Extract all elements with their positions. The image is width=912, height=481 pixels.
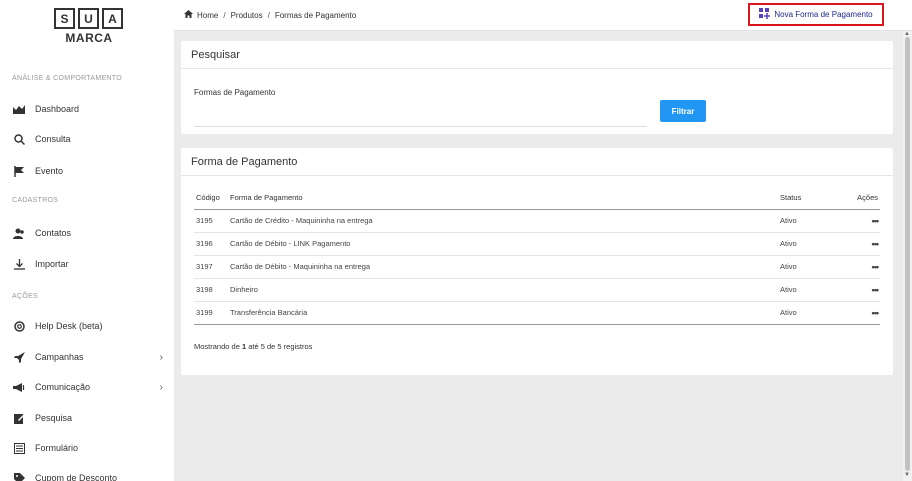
scroll-thumb[interactable] <box>905 37 910 471</box>
chevron-right-icon: › <box>159 351 163 363</box>
records-summary: Mostrando de 1 até 5 de 5 registros <box>194 342 312 351</box>
table-row[interactable]: 3199 Transferência Bancária Ativo ••• <box>194 301 880 325</box>
add-list-icon <box>759 7 771 22</box>
sidebar-item-label: Consulta <box>35 134 71 144</box>
flag-icon <box>12 164 26 178</box>
sidebar-item-dashboard[interactable]: Dashboard <box>12 100 167 118</box>
sidebar-item-campanhas[interactable]: Campanhas › <box>12 348 167 366</box>
chart-icon <box>12 102 26 116</box>
cell-name: Cartão de Débito - LINK Pagamento <box>230 232 780 256</box>
edit-icon <box>12 411 26 425</box>
table-panel-title: Forma de Pagamento <box>181 148 893 176</box>
chevron-right-icon: › <box>159 381 163 393</box>
sidebar-item-label: Importar <box>35 259 69 269</box>
row-actions-menu-icon[interactable]: ••• <box>872 239 880 249</box>
row-actions-menu-icon[interactable]: ••• <box>872 216 880 226</box>
cell-status: Ativo <box>780 232 840 256</box>
search-icon <box>12 132 26 146</box>
sidebar-item-comunicacao[interactable]: Comunicação › <box>12 378 167 396</box>
cell-name: Dinheiro <box>230 278 780 302</box>
column-header-code[interactable]: Código <box>194 186 230 210</box>
breadcrumb-separator: / <box>267 10 270 20</box>
payment-methods-table: Código Forma de Pagamento Status Ações 3… <box>194 186 880 325</box>
brand-logo[interactable]: S U A MARCA <box>54 8 124 45</box>
form-icon <box>12 441 26 455</box>
cell-status: Ativo <box>780 209 840 233</box>
breadcrumb-produtos[interactable]: Produtos <box>231 11 263 20</box>
page-scrollbar[interactable]: ▲ ▼ <box>903 31 912 481</box>
lifebuoy-icon <box>12 319 26 333</box>
download-icon <box>12 257 26 271</box>
table-row[interactable]: 3195 Cartão de Crédito - Maquininha na e… <box>194 209 880 233</box>
breadcrumb: Home / Produtos / Formas de Pagamento <box>184 10 356 20</box>
tag-icon <box>12 471 26 481</box>
search-panel: Pesquisar Formas de Pagamento Filtrar <box>181 41 893 134</box>
column-header-status[interactable]: Status <box>780 186 840 210</box>
cell-name: Transferência Bancária <box>230 301 780 325</box>
scroll-down-icon[interactable]: ▼ <box>904 472 910 478</box>
records-suffix: até 5 de 5 registros <box>246 342 313 351</box>
sidebar-item-label: Evento <box>35 166 64 176</box>
cell-status: Ativo <box>780 278 840 302</box>
new-payment-method-button[interactable]: Nova Forma de Pagamento <box>748 3 884 26</box>
payment-method-search-input[interactable] <box>194 111 647 127</box>
logo-letter: S <box>54 8 75 29</box>
cell-name: Cartão de Débito - Maquininha na entrega <box>230 255 780 279</box>
cell-code: 3198 <box>194 278 230 302</box>
search-panel-title: Pesquisar <box>181 41 893 69</box>
table-header-row: Código Forma de Pagamento Status Ações <box>194 186 880 210</box>
sidebar-item-label: Pesquisa <box>35 413 73 423</box>
breadcrumb-separator: / <box>223 10 226 20</box>
sidebar-item-label: Contatos <box>35 228 72 238</box>
table-row[interactable]: 3196 Cartão de Débito - LINK Pagamento A… <box>194 232 880 256</box>
sidebar-item-contatos[interactable]: Contatos <box>12 224 167 242</box>
filter-field-label: Formas de Pagamento <box>194 88 276 97</box>
filter-button[interactable]: Filtrar <box>660 100 706 122</box>
cell-status: Ativo <box>780 301 840 325</box>
sidebar-item-label: Formulário <box>35 443 79 453</box>
sidebar-item-label: Comunicação <box>35 382 91 392</box>
breadcrumb-home[interactable]: Home <box>197 11 218 20</box>
sidebar-item-label: Cupom de Desconto <box>35 473 118 481</box>
megaphone-icon <box>12 380 26 394</box>
section-label-analise: ANÁLISE & COMPORTAMENTO <box>12 75 122 82</box>
records-prefix: Mostrando de <box>194 342 242 351</box>
cell-code: 3199 <box>194 301 230 325</box>
sidebar-item-label: Help Desk (beta) <box>35 321 103 331</box>
sidebar-item-formulario[interactable]: Formulário <box>12 439 167 457</box>
sidebar-item-help-desk[interactable]: Help Desk (beta) <box>12 317 167 335</box>
home-icon[interactable] <box>184 10 193 20</box>
sidebar-item-importar[interactable]: Importar <box>12 255 167 273</box>
cell-status: Ativo <box>780 255 840 279</box>
sidebar-item-label: Campanhas <box>35 352 84 362</box>
top-bar: Home / Produtos / Formas de Pagamento No… <box>174 0 912 31</box>
sidebar-item-label: Dashboard <box>35 104 80 114</box>
cell-code: 3195 <box>194 209 230 233</box>
logo-letter: A <box>102 8 123 29</box>
users-icon <box>12 226 26 240</box>
sidebar-item-evento[interactable]: Evento <box>12 162 167 180</box>
section-label-cadastros: CADASTROS <box>12 197 59 204</box>
row-actions-menu-icon[interactable]: ••• <box>872 285 880 295</box>
column-header-actions: Ações <box>840 186 880 210</box>
table-row[interactable]: 3198 Dinheiro Ativo ••• <box>194 278 880 302</box>
row-actions-menu-icon[interactable]: ••• <box>872 308 880 318</box>
sidebar: S U A MARCA ANÁLISE & COMPORTAMENTO Dash… <box>0 0 174 481</box>
cell-code: 3196 <box>194 232 230 256</box>
cell-name: Cartão de Crédito - Maquininha na entreg… <box>230 209 780 233</box>
table-row[interactable]: 3197 Cartão de Débito - Maquininha na en… <box>194 255 880 279</box>
sidebar-item-cupom[interactable]: Cupom de Desconto <box>12 469 167 481</box>
logo-letter: U <box>78 8 99 29</box>
new-button-label: Nova Forma de Pagamento <box>774 10 873 19</box>
column-header-name[interactable]: Forma de Pagamento <box>230 186 780 210</box>
row-actions-menu-icon[interactable]: ••• <box>872 262 880 272</box>
payment-methods-panel: Forma de Pagamento Código Forma de Pagam… <box>181 148 893 375</box>
rocket-icon <box>12 350 26 364</box>
cell-code: 3197 <box>194 255 230 279</box>
sidebar-item-pesquisa[interactable]: Pesquisa <box>12 409 167 427</box>
breadcrumb-current: Formas de Pagamento <box>274 10 357 20</box>
sidebar-item-consulta[interactable]: Consulta <box>12 130 167 148</box>
logo-word: MARCA <box>65 31 113 45</box>
section-label-acoes: AÇÕES <box>12 293 39 300</box>
